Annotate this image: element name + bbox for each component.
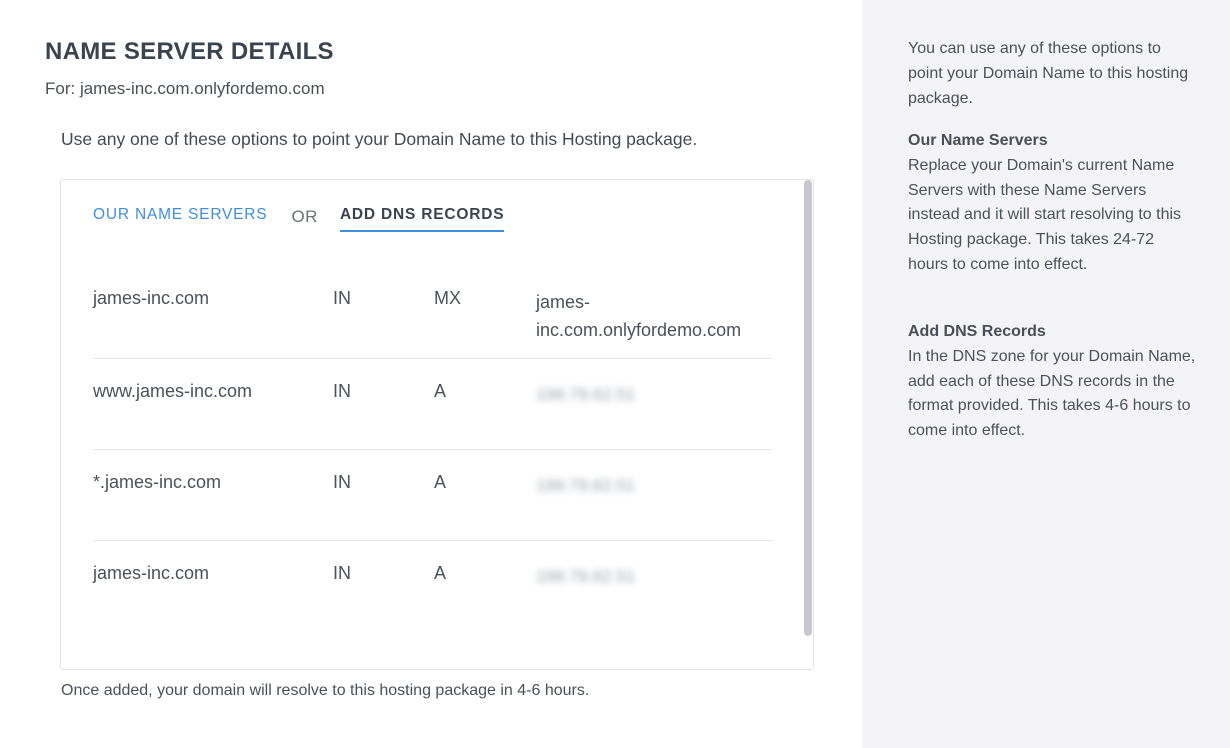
dns-record-row: james-inc.com IN MX james-inc.com.onlyfo… [93, 278, 773, 358]
card-scrollbar[interactable] [804, 180, 812, 636]
dns-record-row: *.james-inc.com IN A 199.79.62.51 [93, 449, 773, 540]
tab-separator: OR [291, 207, 318, 226]
sidebar-dns-section: Add DNS Records In the DNS zone for your… [908, 320, 1198, 444]
sidebar-name-servers-text: Replace your Domain's current Name Serve… [908, 156, 1182, 273]
record-host: james-inc.com [93, 288, 210, 308]
domain-subtitle: For: james-inc.com.onlyfordemo.com [45, 79, 325, 98]
record-host: www.james-inc.com [93, 381, 253, 401]
record-class: IN [333, 563, 351, 583]
intro-text: Use any one of these options to point yo… [61, 129, 698, 149]
footnote-text: Once added, your domain will resolve to … [61, 682, 590, 699]
dns-record-row: james-inc.com IN A 199.79.62.51 [93, 540, 773, 631]
sidebar-name-servers-section: Our Name Servers Replace your Domain's c… [908, 129, 1198, 278]
record-value-blurred: 199.79.62.51 [536, 385, 636, 404]
option-tabs: OUR NAME SERVERS OR ADD DNS RECORDS [93, 206, 505, 236]
dns-record-row: www.james-inc.com IN A 199.79.62.51 [93, 358, 773, 449]
record-value-blurred: 199.79.62.51 [536, 567, 636, 586]
dns-card: OUR NAME SERVERS OR ADD DNS RECORDS jame… [60, 179, 814, 670]
record-host: *.james-inc.com [93, 472, 222, 492]
sidebar-dns-heading: Add DNS Records [908, 323, 1046, 340]
dns-records-list: james-inc.com IN MX james-inc.com.onlyfo… [93, 278, 773, 631]
record-type: A [434, 563, 447, 583]
record-class: IN [333, 381, 351, 401]
record-host: james-inc.com [93, 563, 210, 583]
sidebar-intro: You can use any of these options to poin… [908, 40, 1189, 107]
tab-our-name-servers[interactable]: OUR NAME SERVERS [93, 206, 267, 230]
record-type: MX [434, 288, 461, 308]
record-class: IN [333, 288, 351, 308]
sidebar-dns-text: In the DNS zone for your Domain Name, ad… [908, 347, 1196, 440]
record-type: A [434, 472, 447, 492]
main-panel: NAME SERVER DETAILS For: james-inc.com.o… [0, 0, 862, 748]
help-sidebar: You can use any of these options to poin… [862, 0, 1230, 748]
record-value: james-inc.com.onlyfordemo.com [536, 292, 742, 340]
page-title: NAME SERVER DETAILS [45, 38, 334, 65]
record-type: A [434, 381, 447, 401]
sidebar-name-servers-heading: Our Name Servers [908, 132, 1048, 149]
tab-add-dns-records[interactable]: ADD DNS RECORDS [339, 206, 505, 232]
record-value-blurred: 199.79.62.51 [536, 476, 636, 495]
record-class: IN [333, 472, 351, 492]
